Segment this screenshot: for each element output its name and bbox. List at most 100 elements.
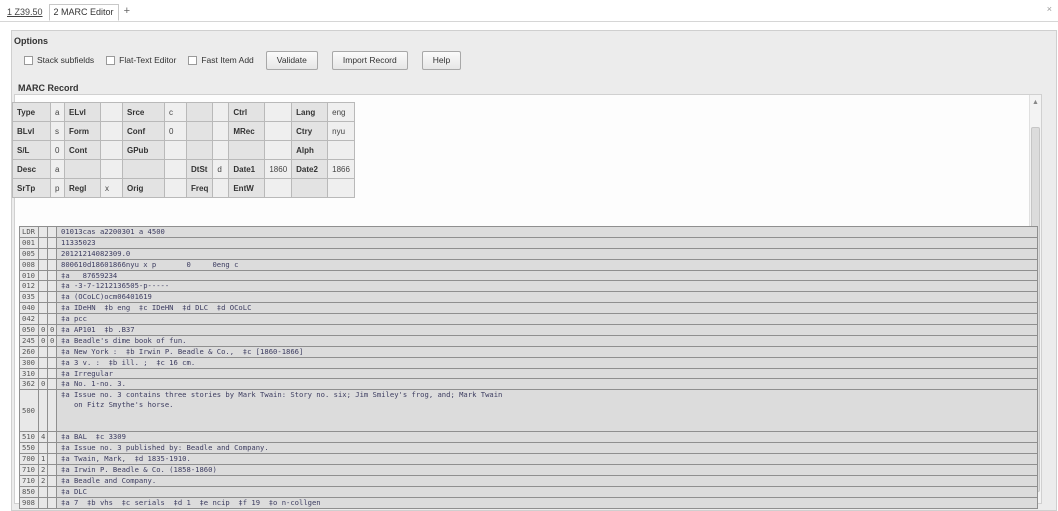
indicator-2[interactable]: [47, 258, 57, 271]
field-tag[interactable]: 908: [19, 496, 39, 509]
field-tag[interactable]: 500: [19, 389, 39, 433]
indicator-2[interactable]: [47, 367, 57, 380]
fixed-field-value[interactable]: 1860: [264, 159, 293, 179]
marc-field-row[interactable]: 550 ‡a Issue no. 3 published by: Beadle a…: [19, 442, 1038, 455]
fixed-field-value[interactable]: c: [164, 102, 187, 122]
indicator-1[interactable]: [38, 291, 48, 304]
marc-field-row[interactable]: 012 ‡a -3-7-1212136505-p-----: [19, 280, 1038, 293]
fixed-field-value[interactable]: [164, 178, 187, 198]
field-tag[interactable]: 700: [19, 453, 39, 466]
indicator-2[interactable]: [47, 247, 57, 260]
fixed-field-value[interactable]: [212, 102, 230, 122]
fast-item-add-checkbox[interactable]: Fast Item Add: [188, 55, 254, 65]
flat-text-editor-checkbox[interactable]: Flat-Text Editor: [106, 55, 176, 65]
marc-field-row[interactable]: 908 ‡a 7 ‡b vhs ‡c serials ‡d 1 ‡e ncip ‡…: [19, 496, 1038, 509]
indicator-2[interactable]: [47, 442, 57, 455]
indicator-1[interactable]: [38, 496, 48, 509]
fixed-field-value[interactable]: [327, 178, 355, 198]
indicator-2[interactable]: [47, 464, 57, 476]
field-content[interactable]: ‡a IDeHN ‡b eng ‡c IDeHN ‡d DLC ‡d OCoLC: [56, 302, 1038, 315]
field-tag[interactable]: 510: [19, 431, 39, 444]
fixed-field-value[interactable]: d: [212, 159, 230, 179]
field-tag[interactable]: 010: [19, 269, 39, 282]
close-icon[interactable]: ×: [1047, 4, 1052, 14]
indicator-1[interactable]: 2: [38, 474, 48, 487]
indicator-2[interactable]: [47, 236, 57, 249]
indicator-2[interactable]: [47, 496, 57, 509]
fixed-field-value[interactable]: 0: [164, 121, 187, 141]
indicator-1[interactable]: [38, 247, 48, 260]
indicator-1[interactable]: [38, 345, 48, 358]
marc-field-row[interactable]: 362 0 ‡a No. 1-no. 3.: [19, 378, 1038, 391]
marc-field-row[interactable]: 710 2 ‡a Beadle and Company.: [19, 474, 1038, 487]
indicator-2[interactable]: [47, 313, 57, 326]
marc-field-row[interactable]: 300 ‡a 3 v. : ‡b ill. ; ‡c 16 cm.: [19, 356, 1038, 369]
indicator-2[interactable]: [47, 389, 57, 433]
indicator-1[interactable]: 2: [38, 464, 48, 476]
field-tag[interactable]: 005: [19, 247, 39, 260]
field-tag[interactable]: 260: [19, 345, 39, 358]
field-content[interactable]: ‡a Issue no. 3 published by: Beadle and …: [56, 442, 1038, 455]
fixed-field-value[interactable]: [264, 178, 293, 198]
fixed-field-value[interactable]: 0: [50, 140, 65, 160]
indicator-2[interactable]: [47, 280, 57, 293]
field-content[interactable]: ‡a Beadle's dime book of fun.: [56, 334, 1038, 347]
field-content[interactable]: 20121214082309.0: [56, 247, 1038, 260]
indicator-1[interactable]: [38, 258, 48, 271]
marc-field-row[interactable]: 310 ‡a Irregular: [19, 367, 1038, 380]
marc-field-row[interactable]: 050 0 0 ‡a AP101 ‡b .B37: [19, 324, 1038, 336]
import-record-button[interactable]: Import Record: [331, 50, 408, 70]
marc-field-row[interactable]: 700 1 ‡a Twain, Mark, ‡d 1835-1910.: [19, 453, 1038, 466]
indicator-1[interactable]: [38, 236, 48, 249]
indicator-2[interactable]: [47, 485, 57, 498]
marc-field-row[interactable]: 710 2 ‡a Irwin P. Beadle & Co. (1858-1860): [19, 464, 1038, 476]
field-content[interactable]: ‡a BAL ‡c 3309: [56, 431, 1038, 444]
field-content[interactable]: ‡a pcc: [56, 313, 1038, 326]
indicator-2[interactable]: [47, 291, 57, 304]
field-content[interactable]: ‡a 87659234: [56, 269, 1038, 282]
field-tag[interactable]: 362: [19, 378, 39, 391]
indicator-1[interactable]: 1: [38, 453, 48, 466]
field-tag[interactable]: 001: [19, 236, 39, 249]
marc-field-row[interactable]: 500 ‡a Issue no. 3 contains three stories…: [19, 389, 1038, 433]
fixed-field-value[interactable]: s: [50, 121, 65, 141]
field-content[interactable]: ‡a New York : ‡b Irwin P. Beadle & Co., …: [56, 345, 1038, 358]
field-content[interactable]: ‡a Beadle and Company.: [56, 474, 1038, 487]
indicator-1[interactable]: [38, 226, 48, 238]
indicator-2[interactable]: [47, 453, 57, 466]
field-tag[interactable]: 245: [19, 334, 39, 347]
field-tag[interactable]: 035: [19, 291, 39, 304]
fixed-field-value[interactable]: [164, 159, 187, 179]
help-button[interactable]: Help: [421, 50, 462, 70]
marc-field-row[interactable]: 035 ‡a (OCoLC)ocm06401619: [19, 291, 1038, 304]
field-tag[interactable]: 042: [19, 313, 39, 326]
indicator-1[interactable]: 0: [38, 324, 48, 336]
field-content[interactable]: ‡a No. 1-no. 3.: [56, 378, 1038, 391]
indicator-1[interactable]: [38, 389, 48, 433]
fixed-field-value[interactable]: x: [100, 178, 123, 198]
indicator-1[interactable]: [38, 356, 48, 369]
field-content[interactable]: ‡a 3 v. : ‡b ill. ; ‡c 16 cm.: [56, 356, 1038, 369]
field-tag[interactable]: LDR: [19, 226, 39, 238]
checkbox-box[interactable]: [106, 55, 116, 65]
checkbox-box[interactable]: [188, 55, 198, 65]
marc-field-row[interactable]: 005 20121214082309.0: [19, 247, 1038, 260]
field-tag[interactable]: 850: [19, 485, 39, 498]
tab-marc-editor[interactable]: 2 MARC Editor: [48, 4, 119, 21]
indicator-1[interactable]: 0: [38, 378, 48, 391]
field-tag[interactable]: 012: [19, 280, 39, 293]
indicator-1[interactable]: [38, 269, 48, 282]
marc-field-row[interactable]: 001 11335023: [19, 236, 1038, 249]
fixed-field-value[interactable]: [100, 102, 123, 122]
fixed-field-value[interactable]: [212, 121, 230, 141]
fixed-field-value[interactable]: [100, 159, 123, 179]
fixed-field-value[interactable]: [264, 121, 293, 141]
indicator-1[interactable]: 4: [38, 431, 48, 444]
fixed-field-value[interactable]: [264, 140, 293, 160]
validate-button[interactable]: Validate: [265, 50, 318, 70]
fixed-field-value[interactable]: [100, 121, 123, 141]
indicator-1[interactable]: [38, 280, 48, 293]
marc-field-row[interactable]: 042 ‡a pcc: [19, 313, 1038, 326]
field-content[interactable]: ‡a 7 ‡b vhs ‡c serials ‡d 1 ‡e ncip ‡f 1…: [56, 496, 1038, 509]
fixed-field-value[interactable]: [100, 140, 123, 160]
